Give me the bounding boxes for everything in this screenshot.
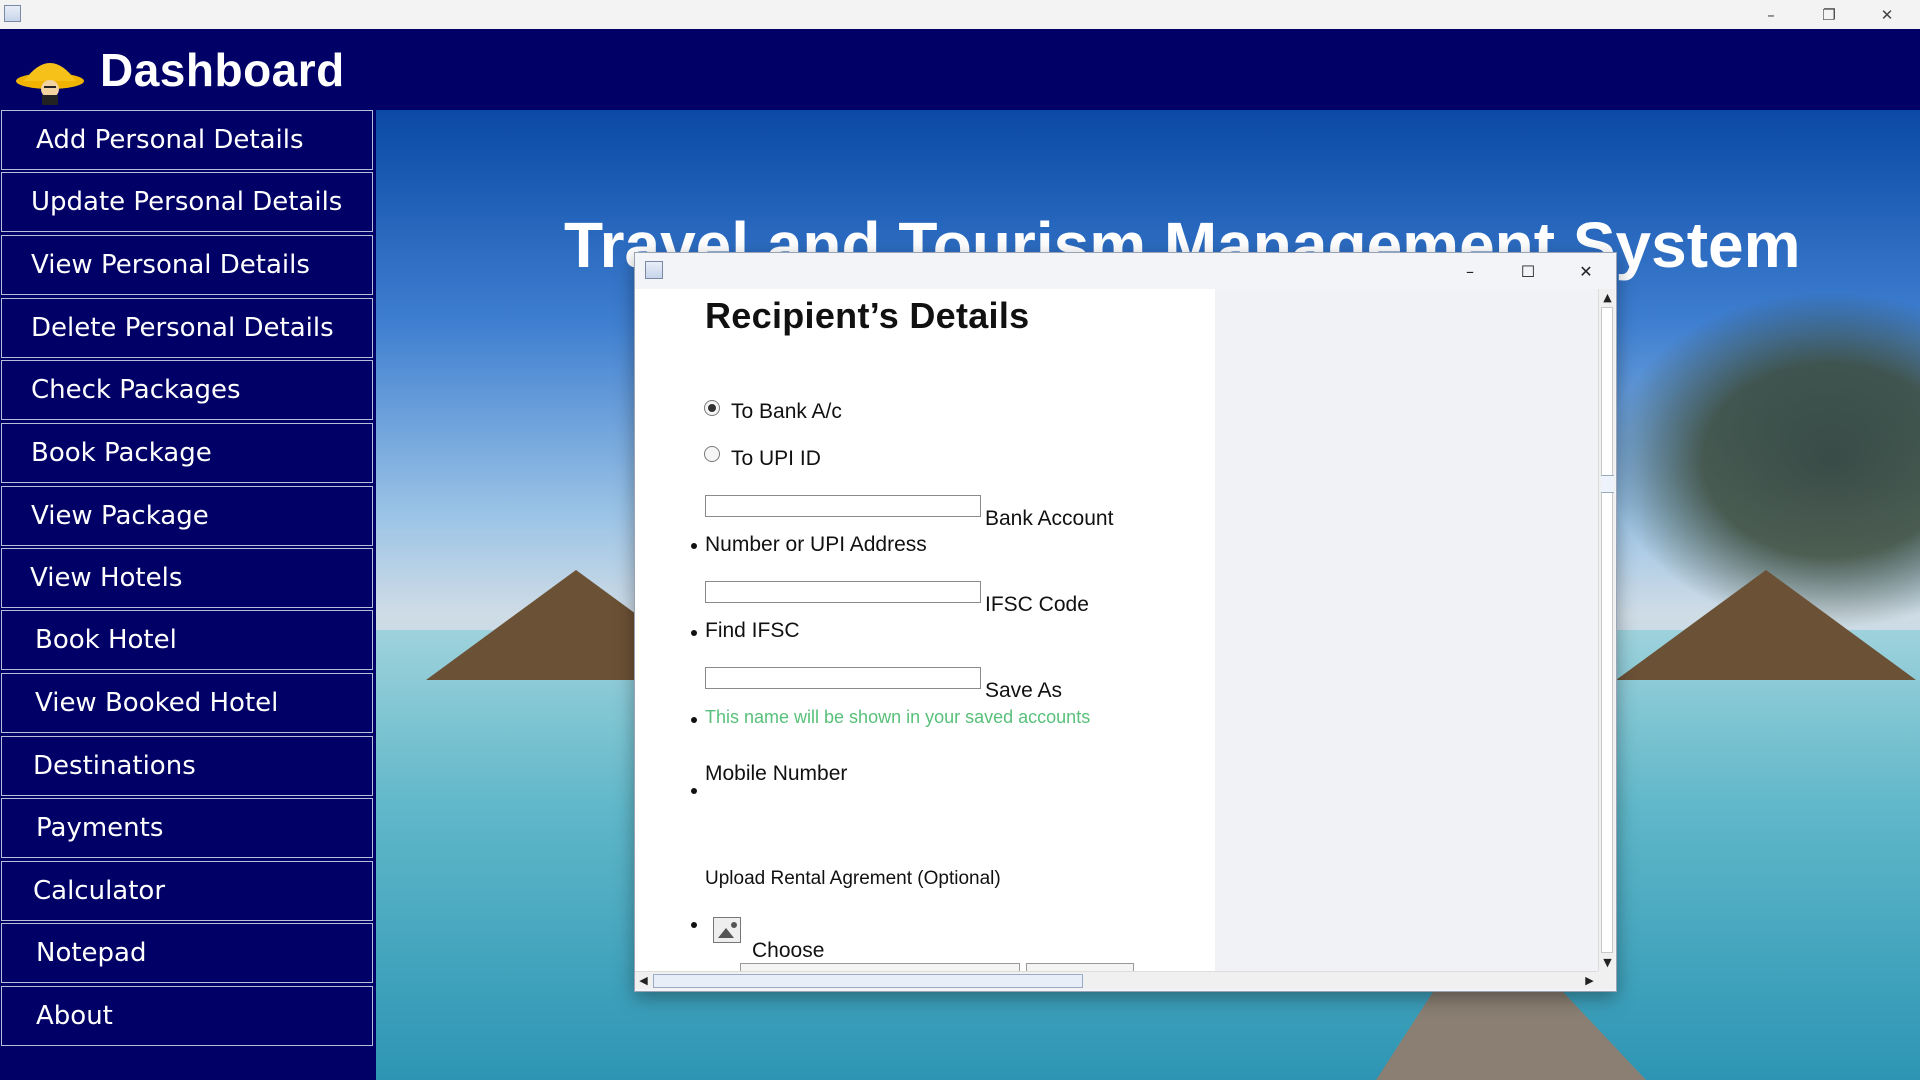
java-app-icon: [4, 5, 21, 22]
scroll-corner: [1598, 971, 1615, 989]
vertical-scrollbar[interactable]: ▲ ▼: [1598, 289, 1615, 971]
dialog-minimize-button[interactable]: –: [1441, 253, 1499, 289]
to-upi-label: To UPI ID: [731, 447, 821, 470]
bullet: [691, 922, 697, 928]
ifsc-code-label: IFSC Code: [985, 593, 1089, 616]
sidebar-item-book-package[interactable]: Book Package: [1, 423, 373, 483]
sidebar-item-check-packages[interactable]: Check Packages: [1, 360, 373, 420]
os-restore-button[interactable]: ❐: [1800, 0, 1858, 29]
sidebar: Add Personal Details Update Personal Det…: [0, 110, 376, 1080]
bullet: [691, 630, 697, 636]
bullet: [691, 788, 697, 794]
vertical-scroll-thumb[interactable]: [1601, 307, 1613, 953]
to-bank-label: To Bank A/c: [731, 400, 842, 423]
dialog-content: Recipient’s Details To Bank A/c To UPI I…: [635, 289, 1598, 971]
dialog-title-bar: – ☐ ✕: [635, 253, 1616, 289]
choose-file-button[interactable]: Choose: [752, 939, 824, 963]
recipient-form: Recipient’s Details To Bank A/c To UPI I…: [635, 289, 1215, 971]
sidebar-item-payments[interactable]: Payments: [1, 798, 373, 858]
sidebar-item-view-hotels[interactable]: View Hotels: [1, 548, 373, 608]
to-bank-radio[interactable]: [704, 400, 720, 416]
recipient-details-heading: Recipient’s Details: [705, 295, 1030, 336]
scroll-left-arrow-icon[interactable]: ◀: [635, 972, 652, 989]
sidebar-item-view-package[interactable]: View Package: [1, 486, 373, 546]
sidebar-item-about[interactable]: About: [1, 986, 373, 1046]
sidebar-item-calculator[interactable]: Calculator: [1, 861, 373, 921]
find-ifsc-link[interactable]: Find IFSC: [705, 619, 800, 643]
to-upi-radio[interactable]: [704, 446, 720, 462]
upload-button[interactable]: [1026, 963, 1134, 971]
sidebar-item-book-hotel[interactable]: Book Hotel: [1, 610, 373, 670]
bullet: [691, 543, 697, 549]
ifsc-code-input[interactable]: [705, 581, 981, 603]
bullet: [691, 717, 697, 723]
save-as-input[interactable]: [705, 667, 981, 689]
java-app-icon: [645, 261, 663, 279]
dialog-maximize-button[interactable]: ☐: [1499, 253, 1557, 289]
os-title-bar: – ❐ ✕: [0, 0, 1920, 30]
bank-account-label: Bank Account: [985, 507, 1114, 530]
image-icon[interactable]: [713, 917, 741, 943]
scroll-grip: [1601, 475, 1614, 493]
sidebar-item-delete-personal-details[interactable]: Delete Personal Details: [1, 298, 373, 358]
scroll-right-arrow-icon[interactable]: ▶: [1581, 972, 1598, 989]
bank-account-input[interactable]: [705, 495, 981, 517]
upload-rental-agreement-label: Upload Rental Agrement (Optional): [705, 868, 1001, 889]
sidebar-item-view-personal-details[interactable]: View Personal Details: [1, 235, 373, 295]
sidebar-item-view-booked-hotel[interactable]: View Booked Hotel: [1, 673, 373, 733]
hat-character-logo: [16, 63, 84, 105]
scroll-up-arrow-icon[interactable]: ▲: [1599, 289, 1616, 306]
sidebar-item-update-personal-details[interactable]: Update Personal Details: [1, 172, 373, 232]
horizontal-scroll-thumb[interactable]: [653, 974, 1083, 988]
os-close-button[interactable]: ✕: [1858, 0, 1916, 29]
horizontal-scrollbar[interactable]: ◀ ▶: [635, 971, 1598, 989]
dashboard-title: Dashboard: [100, 44, 345, 96]
beach-hut-right: [1616, 570, 1916, 680]
scroll-down-arrow-icon[interactable]: ▼: [1599, 954, 1616, 971]
os-minimize-button[interactable]: –: [1742, 0, 1800, 29]
save-as-hint: This name will be shown in your saved ac…: [705, 707, 1091, 727]
sidebar-item-notepad[interactable]: Notepad: [1, 923, 373, 983]
account-number-upi-label: Number or UPI Address: [705, 533, 927, 556]
dashboard-header: Dashboard: [0, 29, 1920, 110]
mobile-number-label: Mobile Number: [705, 762, 848, 785]
sidebar-item-destinations[interactable]: Destinations: [1, 736, 373, 796]
sidebar-item-add-personal-details[interactable]: Add Personal Details: [1, 110, 373, 170]
recipient-details-dialog: – ☐ ✕ Recipient’s Details To Bank A/c To…: [634, 252, 1617, 992]
dialog-close-button[interactable]: ✕: [1557, 253, 1615, 289]
save-as-label: Save As: [985, 679, 1063, 702]
file-path-field[interactable]: [740, 963, 1020, 971]
